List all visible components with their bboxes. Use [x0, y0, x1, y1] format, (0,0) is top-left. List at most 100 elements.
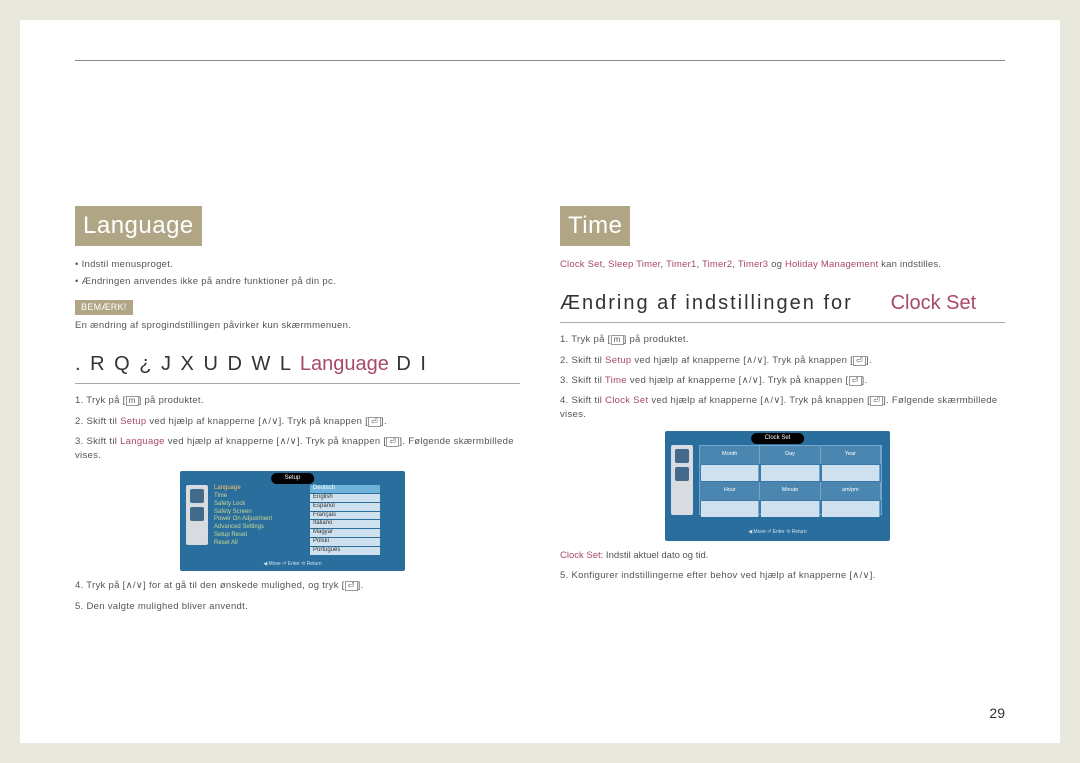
menu-icon: m	[126, 396, 139, 406]
t: ]. Tryk på knappen [	[297, 436, 386, 447]
note-text: En ændring af sprogindstillingen påvirke…	[75, 319, 520, 333]
osd-header-cell: am/pm	[821, 482, 881, 500]
clock-set-heading: Ændring af indstillingen for Clock Set	[560, 288, 1005, 323]
osd-menu: Language Time Safety Lock Safety Screen …	[214, 485, 304, 547]
step-4: 4. Tryk på [∧/∨] for at gå til den ønske…	[75, 579, 520, 593]
osd-clock-screenshot: Clock Set Month Day Year Hour	[665, 431, 890, 541]
osd-menu-item: Power On Adjustment	[214, 516, 304, 524]
t: Tryk på [	[571, 334, 610, 345]
t: ] på produktet.	[139, 395, 204, 406]
horizontal-rule	[75, 60, 1005, 61]
bullet-item: Indstil menusproget.	[75, 258, 520, 272]
step-5: 5. Konfigurer indstillingerne efter beho…	[560, 569, 1005, 583]
osd-option: Polski	[310, 538, 380, 546]
step-4: 4. Skift til Clock Set ved hjælp af knap…	[560, 394, 1005, 423]
osd-menu-item: Language	[214, 485, 304, 493]
osd-option: Magyar	[310, 529, 380, 537]
subhead-prefix: . R Q ¿ J X U D W L	[75, 353, 292, 375]
t: ] for at gå til den ønskede mulighed, og…	[143, 580, 345, 591]
t-red: Time	[605, 375, 627, 386]
t: ]. Tryk på knappen [	[279, 416, 368, 427]
osd-header-cell: Day	[760, 446, 820, 464]
t: ved hjælp af knapperne [	[631, 355, 746, 366]
t: ]. Tryk på knappen [	[764, 355, 853, 366]
t: ]. Tryk på knappen [	[781, 395, 870, 406]
t: Den valgte mulighed bliver anvendt.	[86, 601, 248, 612]
osd-header-cell: Month	[700, 446, 760, 464]
t: ved hjælp af knapperne [	[627, 375, 742, 386]
step-5: 5. Den valgte mulighed bliver anvendt.	[75, 600, 520, 614]
time-heading: Time	[560, 206, 630, 246]
t: ].	[862, 375, 868, 386]
gear-icon	[190, 507, 204, 521]
osd-value-cell	[822, 501, 880, 517]
t: ved hjælp af knapperne [	[648, 395, 763, 406]
t-red: Sleep Timer	[608, 259, 660, 270]
subhead-highlight: Clock Set	[891, 292, 977, 314]
t-red: Setup	[120, 416, 146, 427]
subhead-highlight: Language	[300, 353, 389, 375]
t-red: Timer2	[702, 259, 732, 270]
osd-footer: ◀ Move ⏎ Enter ⟲ Return	[748, 529, 806, 537]
osd-value-cell	[701, 465, 759, 481]
step-1: 1. Tryk på [m] på produktet.	[75, 394, 520, 408]
osd-sidebar	[671, 445, 693, 515]
language-heading: Language	[75, 206, 202, 246]
osd-title: Setup	[271, 473, 315, 484]
t-red: Timer1	[666, 259, 696, 270]
osd-menu-item: Reset All	[214, 540, 304, 548]
osd-value-cell	[822, 465, 880, 481]
osd-header-cell: Hour	[700, 482, 760, 500]
osd-options: Deutsch English Español Français Italian…	[310, 485, 380, 555]
osd-footer: ◀ Move ⏎ Enter ⟲ Return	[263, 561, 321, 569]
enter-icon: ⏎	[345, 581, 358, 591]
clock-set-steps-cont: 5. Konfigurer indstillingerne efter beho…	[560, 569, 1005, 583]
step-2: 2. Skift til Setup ved hjælp af knappern…	[75, 415, 520, 429]
osd-header-cell: Year	[821, 446, 881, 464]
osd-value-cell	[701, 501, 759, 517]
osd-value-cell	[761, 465, 819, 481]
t-red: Clock Set	[560, 550, 601, 561]
osd-menu-item: Setup Reset	[214, 532, 304, 540]
osd-value-row	[700, 464, 881, 482]
time-intro: Clock Set, Sleep Timer, Timer1, Timer2, …	[560, 258, 1005, 272]
note-badge: BEMÆRK!	[75, 300, 133, 316]
t: Tryk på [	[86, 580, 125, 591]
enter-icon: ⏎	[849, 376, 862, 386]
step-3: 3. Skift til Time ved hjælp af knapperne…	[560, 374, 1005, 388]
t: kan indstilles.	[878, 259, 941, 270]
enter-icon: ⏎	[853, 356, 866, 366]
osd-sidebar	[186, 485, 208, 545]
osd-menu-item: Safety Lock	[214, 501, 304, 509]
config-language-heading: . R Q ¿ J X U D W L Language D I	[75, 349, 520, 384]
t: Tryk på [	[86, 395, 125, 406]
language-steps: 1. Tryk på [m] på produktet. 2. Skift ti…	[75, 394, 520, 463]
language-steps-cont: 4. Tryk på [∧/∨] for at gå til den ønske…	[75, 579, 520, 614]
t-red: Language	[120, 436, 165, 447]
osd-setup-screenshot: Setup Language Time Safety Lock Safety S…	[180, 471, 405, 571]
step-2: 2. Skift til Setup ved hjælp af knappern…	[560, 354, 1005, 368]
t: Skift til	[571, 375, 604, 386]
t-red: Clock Set	[560, 259, 602, 270]
osd-option: English	[310, 494, 380, 502]
t: og	[768, 259, 785, 270]
osd-clock-grid: Month Day Year Hour Minute am/pm	[699, 445, 882, 515]
t: ].	[381, 416, 387, 427]
t-red: Timer3	[738, 259, 768, 270]
t: Skift til	[86, 416, 120, 427]
page-number: 29	[989, 705, 1005, 721]
left-column: Language Indstil menusproget. Ændringen …	[75, 206, 520, 620]
clock-set-description: Clock Set: Indstil aktuel dato og tid.	[560, 549, 1005, 563]
t-red: Clock Set	[605, 395, 648, 406]
osd-menu-item: Safety Screen	[214, 509, 304, 517]
t: ved hjælp af knapperne [	[146, 416, 261, 427]
gear-icon	[675, 467, 689, 481]
clock-set-steps: 1. Tryk på [m] på produktet. 2. Skift ti…	[560, 333, 1005, 422]
manual-page: Language Indstil menusproget. Ændringen …	[20, 20, 1060, 743]
osd-header-row: Month Day Year	[700, 446, 881, 464]
osd-value-cell	[761, 501, 819, 517]
t: ]. Tryk på knappen [	[759, 375, 848, 386]
subhead-suffix: D I	[396, 353, 428, 375]
t: ved hjælp af knapperne [	[165, 436, 280, 447]
subhead-prefix: Ændring af indstillingen for	[560, 292, 853, 314]
